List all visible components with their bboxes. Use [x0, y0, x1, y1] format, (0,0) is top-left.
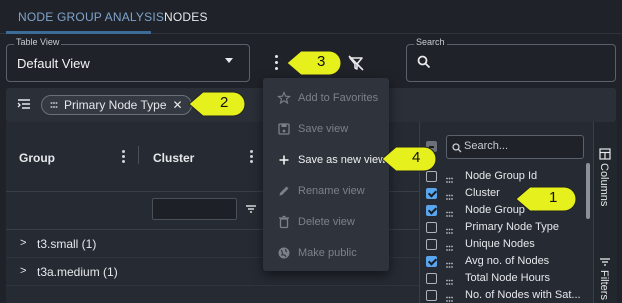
- drag-handle-icon[interactable]: [50, 101, 58, 109]
- callout-number: 1: [549, 189, 558, 206]
- filter-lines-icon[interactable]: [245, 203, 257, 215]
- callout-2: 2: [189, 90, 247, 118]
- active-tab-indicator: [6, 31, 151, 34]
- columns-search-placeholder: Search...: [464, 140, 509, 152]
- callout-number: 2: [220, 94, 229, 111]
- group-chip-primary-node-type[interactable]: Primary Node Type ✕: [41, 95, 192, 115]
- search-icon: [452, 142, 462, 153]
- tab-nodes[interactable]: NODES: [164, 0, 208, 34]
- column-header-group[interactable]: Group: [19, 151, 55, 165]
- column-checkbox[interactable]: [426, 273, 437, 284]
- menu-item-label: Make public: [298, 247, 357, 259]
- filter-panel-icon[interactable]: [599, 256, 611, 268]
- group-rows-icon: [16, 96, 32, 112]
- column-item-label: No. of Nodes with Sat...: [465, 289, 581, 301]
- chevron-right-icon[interactable]: >: [20, 237, 26, 249]
- pencil-icon: [277, 184, 291, 198]
- column-item-label: Node Group Id: [465, 170, 538, 182]
- side-tab-filters[interactable]: Filters: [598, 270, 610, 300]
- caret-down-icon: [225, 58, 233, 63]
- menu-item-label: Save view: [298, 123, 349, 135]
- cluster-filter-input[interactable]: [152, 198, 237, 220]
- column-item-label: Unique Nodes: [465, 238, 535, 250]
- callout-1: 1: [516, 185, 578, 213]
- floppy-icon: [277, 122, 291, 136]
- trash-icon: [277, 215, 291, 229]
- menu-item-label: Save as new view: [298, 154, 387, 166]
- drag-handle-icon[interactable]: [446, 207, 453, 217]
- tab-node-group-analysis[interactable]: NODE GROUP ANALYSIS: [18, 0, 164, 34]
- table-view-label: Table View: [14, 37, 62, 47]
- column-item-label: Total Node Hours: [465, 272, 550, 284]
- chip-label: Primary Node Type: [64, 98, 167, 112]
- menu-item-label: Rename view: [298, 185, 365, 197]
- scrollbar-thumb[interactable]: [586, 163, 590, 219]
- drag-handle-icon[interactable]: [446, 190, 453, 200]
- group-row-label: t3a.medium (1): [37, 265, 118, 279]
- view-options-kebab-icon[interactable]: [270, 54, 284, 72]
- columns-panel-icon[interactable]: [599, 148, 611, 160]
- column-checkbox[interactable]: [426, 239, 437, 250]
- clear-filters-icon[interactable]: [346, 53, 366, 73]
- callout-4: 4: [382, 145, 438, 173]
- drag-handle-icon[interactable]: [446, 173, 453, 183]
- column-checkbox[interactable]: [426, 290, 437, 301]
- menu-item-label: Delete view: [298, 216, 355, 228]
- drag-handle-icon[interactable]: [446, 258, 453, 268]
- plus-icon: [277, 153, 291, 167]
- column-item-label: Avg no. of Nodes: [465, 255, 550, 267]
- column-menu-icon[interactable]: [250, 150, 254, 164]
- table-view-value: Default View: [17, 56, 90, 71]
- drag-handle-icon[interactable]: [446, 292, 453, 302]
- drag-handle-icon[interactable]: [446, 224, 453, 234]
- callout-number: 4: [412, 149, 421, 166]
- search-icon: [417, 55, 431, 69]
- column-checkbox[interactable]: [426, 222, 437, 233]
- column-divider: [138, 146, 139, 164]
- chevron-right-icon[interactable]: >: [20, 265, 26, 277]
- drag-handle-icon[interactable]: [446, 241, 453, 251]
- globe-icon: [277, 246, 291, 260]
- menu-item-label: Add to Favorites: [298, 92, 379, 104]
- star-icon: [277, 91, 291, 105]
- column-item-label: Cluster: [465, 187, 500, 199]
- column-menu-icon[interactable]: [122, 150, 126, 164]
- callout-number: 3: [317, 53, 326, 70]
- column-item-label: Primary Node Type: [465, 221, 559, 233]
- group-row-label: t3.small (1): [37, 237, 97, 251]
- search-label: Search: [414, 37, 447, 47]
- search-field[interactable]: [406, 44, 616, 82]
- column-header-cluster[interactable]: Cluster: [153, 151, 194, 165]
- column-checkbox[interactable]: [426, 188, 437, 199]
- column-checkbox[interactable]: [426, 256, 437, 267]
- column-checkbox[interactable]: [426, 205, 437, 216]
- chip-remove-icon[interactable]: ✕: [173, 98, 183, 112]
- drag-handle-icon[interactable]: [446, 275, 453, 285]
- callout-3: 3: [287, 49, 343, 77]
- side-tab-columns[interactable]: Columns: [598, 163, 610, 206]
